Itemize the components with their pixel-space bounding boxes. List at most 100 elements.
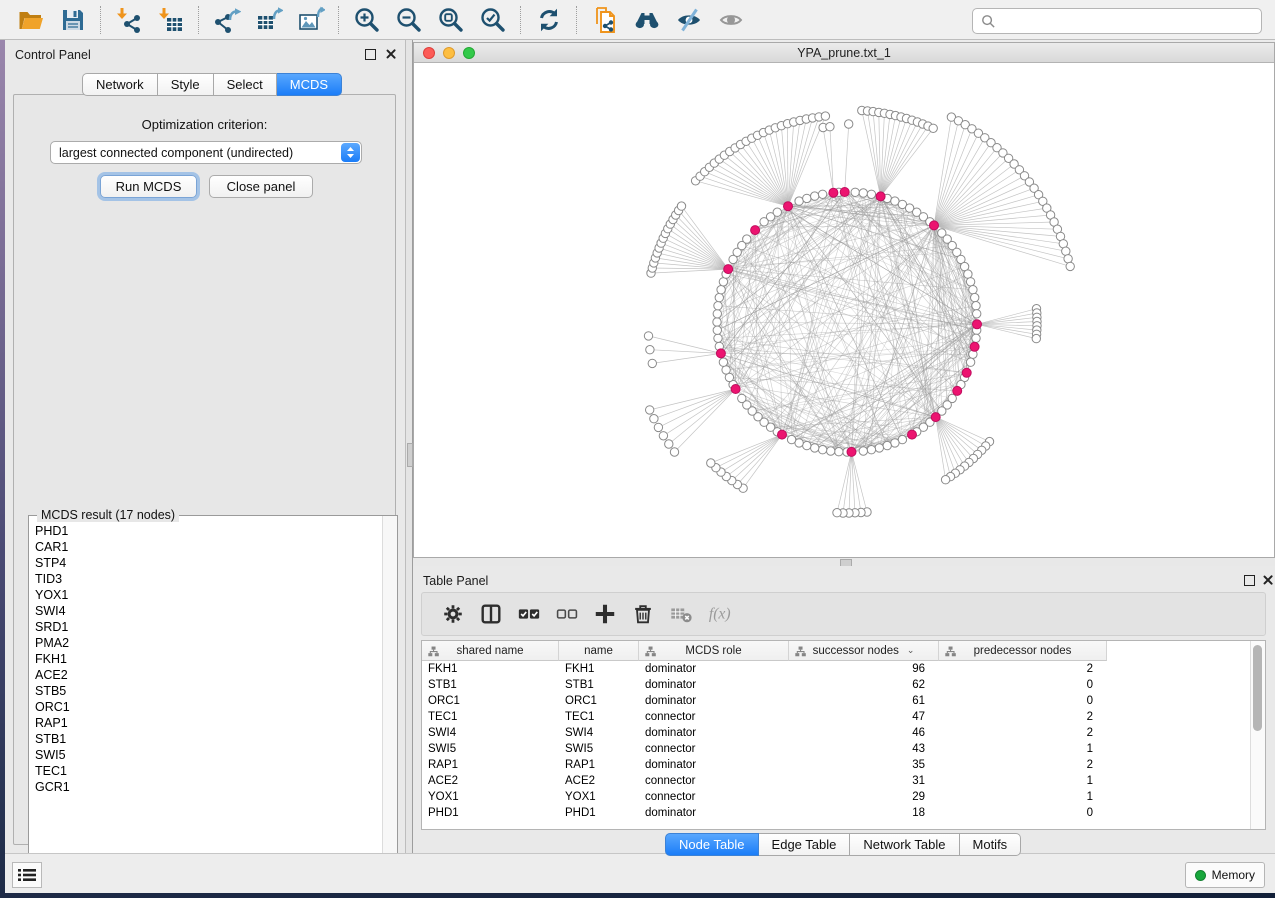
- cell-successor-nodes[interactable]: 47: [789, 709, 939, 725]
- cell-MCDS-role[interactable]: dominator: [639, 677, 789, 693]
- close-panel-button[interactable]: Close panel: [209, 175, 313, 198]
- cell-name[interactable]: ACE2: [559, 773, 639, 789]
- export-network-button[interactable]: [206, 3, 248, 37]
- cell-name[interactable]: YOX1: [559, 789, 639, 805]
- result-list-item[interactable]: PMA2: [35, 635, 383, 651]
- result-list-item[interactable]: SRD1: [35, 619, 383, 635]
- cell-predecessor-nodes[interactable]: 2: [939, 725, 1107, 741]
- result-list-item[interactable]: PHD1: [35, 523, 383, 539]
- mcds-result-list[interactable]: PHD1CAR1STP4TID3YOX1SWI4SRD1PMA2FKH1ACE2…: [29, 519, 383, 885]
- cell-name[interactable]: ORC1: [559, 693, 639, 709]
- cell-successor-nodes[interactable]: 62: [789, 677, 939, 693]
- cell-name[interactable]: SWI4: [559, 725, 639, 741]
- result-list-item[interactable]: YOX1: [35, 587, 383, 603]
- cell-predecessor-nodes[interactable]: 0: [939, 677, 1107, 693]
- cell-MCDS-role[interactable]: dominator: [639, 725, 789, 741]
- column-header-predecessor-nodes[interactable]: predecessor nodes: [939, 641, 1107, 661]
- cell-predecessor-nodes[interactable]: 2: [939, 709, 1107, 725]
- cell-shared-name[interactable]: YOX1: [422, 789, 559, 805]
- table-scrollbar[interactable]: [1250, 641, 1265, 829]
- cell-successor-nodes[interactable]: 43: [789, 741, 939, 757]
- cell-shared-name[interactable]: RAP1: [422, 757, 559, 773]
- cell-MCDS-role[interactable]: dominator: [639, 805, 789, 821]
- export-table-button[interactable]: [248, 3, 290, 37]
- cell-predecessor-nodes[interactable]: 1: [939, 773, 1107, 789]
- result-list-item[interactable]: SWI4: [35, 603, 383, 619]
- network-from-selection-button[interactable]: [584, 3, 626, 37]
- result-list-item[interactable]: RAP1: [35, 715, 383, 731]
- horizontal-splitter[interactable]: [413, 558, 1275, 566]
- cell-MCDS-role[interactable]: dominator: [639, 757, 789, 773]
- tab-network-table[interactable]: Network Table: [850, 833, 959, 856]
- show-columns-button[interactable]: [472, 596, 510, 632]
- cell-MCDS-role[interactable]: connector: [639, 741, 789, 757]
- result-list-item[interactable]: ORC1: [35, 699, 383, 715]
- table-row[interactable]: ACE2ACE2connector311: [422, 773, 1107, 789]
- column-header-successor-nodes[interactable]: successor nodes⌄: [789, 641, 939, 661]
- memory-button[interactable]: Memory: [1185, 862, 1265, 888]
- find-button[interactable]: [626, 3, 668, 37]
- add-button[interactable]: [586, 596, 624, 632]
- cell-predecessor-nodes[interactable]: 0: [939, 805, 1107, 821]
- zoom-in-button[interactable]: [346, 3, 388, 37]
- optimization-criterion-select[interactable]: largest connected component (undirected): [50, 141, 362, 164]
- tab-mcds[interactable]: MCDS: [277, 73, 342, 96]
- zoom-fit-button[interactable]: [430, 3, 472, 37]
- cell-successor-nodes[interactable]: 96: [789, 661, 939, 677]
- cell-MCDS-role[interactable]: dominator: [639, 693, 789, 709]
- cell-shared-name[interactable]: PHD1: [422, 805, 559, 821]
- result-list-item[interactable]: SWI5: [35, 747, 383, 763]
- cell-shared-name[interactable]: STB1: [422, 677, 559, 693]
- zoom-selected-button[interactable]: [472, 3, 514, 37]
- result-list-item[interactable]: CAR1: [35, 539, 383, 555]
- apply-layout-button[interactable]: [528, 3, 570, 37]
- result-list-item[interactable]: ACE2: [35, 667, 383, 683]
- cell-name[interactable]: TEC1: [559, 709, 639, 725]
- open-button[interactable]: [10, 3, 52, 37]
- cell-name[interactable]: SWI5: [559, 741, 639, 757]
- cell-MCDS-role[interactable]: connector: [639, 773, 789, 789]
- tab-select[interactable]: Select: [214, 73, 277, 96]
- cell-name[interactable]: PHD1: [559, 805, 639, 821]
- task-history-button[interactable]: [12, 862, 42, 888]
- tab-style[interactable]: Style: [158, 73, 214, 96]
- result-list-item[interactable]: STP4: [35, 555, 383, 571]
- float-window-icon[interactable]: [1244, 575, 1255, 586]
- result-scrollbar[interactable]: [382, 516, 397, 885]
- result-list-item[interactable]: STB1: [35, 731, 383, 747]
- export-image-button[interactable]: [290, 3, 332, 37]
- cell-predecessor-nodes[interactable]: 0: [939, 693, 1107, 709]
- table-settings-button[interactable]: [434, 596, 472, 632]
- run-mcds-button[interactable]: Run MCDS: [100, 175, 197, 198]
- cell-shared-name[interactable]: SWI4: [422, 725, 559, 741]
- column-header-name[interactable]: name: [559, 641, 639, 661]
- cell-name[interactable]: RAP1: [559, 757, 639, 773]
- cell-successor-nodes[interactable]: 61: [789, 693, 939, 709]
- result-list-item[interactable]: TEC1: [35, 763, 383, 779]
- cell-predecessor-nodes[interactable]: 1: [939, 789, 1107, 805]
- cell-shared-name[interactable]: FKH1: [422, 661, 559, 677]
- tab-edge-table[interactable]: Edge Table: [759, 833, 851, 856]
- table-row[interactable]: YOX1YOX1connector291: [422, 789, 1107, 805]
- delete-button[interactable]: [624, 596, 662, 632]
- cell-successor-nodes[interactable]: 35: [789, 757, 939, 773]
- result-list-item[interactable]: TID3: [35, 571, 383, 587]
- table-row[interactable]: TEC1TEC1connector472: [422, 709, 1107, 725]
- vertical-splitter[interactable]: [405, 40, 413, 853]
- deselect-all-button[interactable]: [548, 596, 586, 632]
- tab-node-table[interactable]: Node Table: [665, 833, 759, 856]
- cell-shared-name[interactable]: SWI5: [422, 741, 559, 757]
- cell-successor-nodes[interactable]: 29: [789, 789, 939, 805]
- column-header-MCDS-role[interactable]: MCDS role: [639, 641, 789, 661]
- cell-shared-name[interactable]: TEC1: [422, 709, 559, 725]
- cell-shared-name[interactable]: ORC1: [422, 693, 559, 709]
- import-table-button[interactable]: [150, 3, 192, 37]
- float-window-icon[interactable]: [365, 49, 376, 60]
- cell-MCDS-role[interactable]: dominator: [639, 661, 789, 677]
- cell-shared-name[interactable]: ACE2: [422, 773, 559, 789]
- cell-MCDS-role[interactable]: connector: [639, 789, 789, 805]
- table-row[interactable]: PHD1PHD1dominator180: [422, 805, 1107, 821]
- cell-predecessor-nodes[interactable]: 2: [939, 661, 1107, 677]
- table-row[interactable]: ORC1ORC1dominator610: [422, 693, 1107, 709]
- close-panel-icon[interactable]: [385, 48, 397, 60]
